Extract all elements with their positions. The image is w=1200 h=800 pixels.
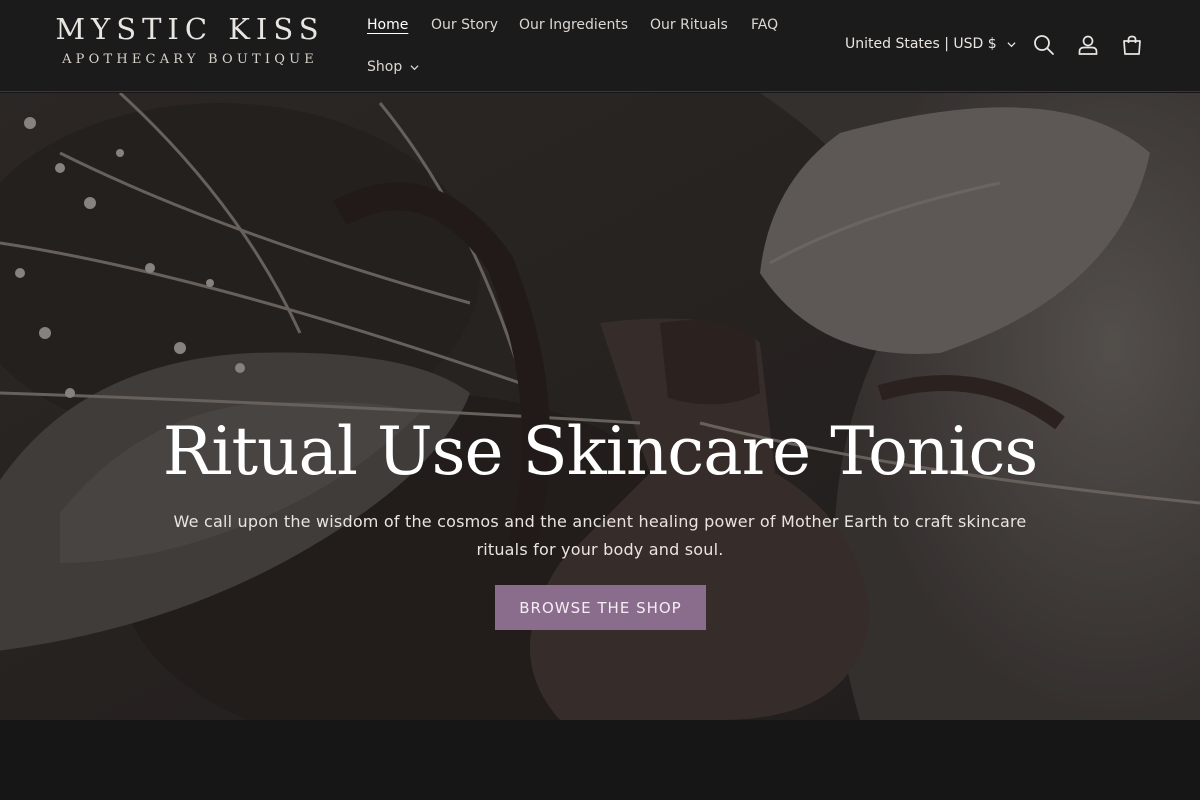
hero-title: Ritual Use Skincare Tonics [162,413,1039,490]
brand-title: MYSTIC KISS [55,12,325,46]
nav-our-story[interactable]: Our Story [431,16,498,34]
account-icon[interactable] [1076,33,1100,57]
hero-banner: Ritual Use Skincare Tonics We call upon … [0,93,1200,720]
hero-description: We call upon the wisdom of the cosmos an… [173,512,1027,559]
nav-home[interactable]: Home [367,16,408,34]
brand-logo[interactable]: MYSTIC KISS APOTHECARY BOUTIQUE [50,12,330,67]
chevron-down-icon [1007,41,1016,47]
country-currency-selector[interactable]: United States | USD $ [845,36,1016,52]
nav-faq[interactable]: FAQ [751,16,778,34]
nav-shop-label: Shop [367,59,403,75]
browse-shop-button[interactable]: BROWSE THE SHOP [495,585,706,630]
nav-our-rituals[interactable]: Our Rituals [650,16,728,34]
next-section [0,720,1200,800]
nav-shop[interactable]: Shop [367,58,419,76]
search-icon[interactable] [1032,33,1056,57]
nav-our-ingredients[interactable]: Our Ingredients [519,16,628,34]
brand-subtitle: APOTHECARY BOUTIQUE [62,52,318,67]
country-label: United States | USD $ [845,36,997,52]
chevron-down-icon [410,64,419,70]
site-header: MYSTIC KISS APOTHECARY BOUTIQUE Home Our… [0,0,1200,92]
cart-icon[interactable] [1120,33,1144,57]
